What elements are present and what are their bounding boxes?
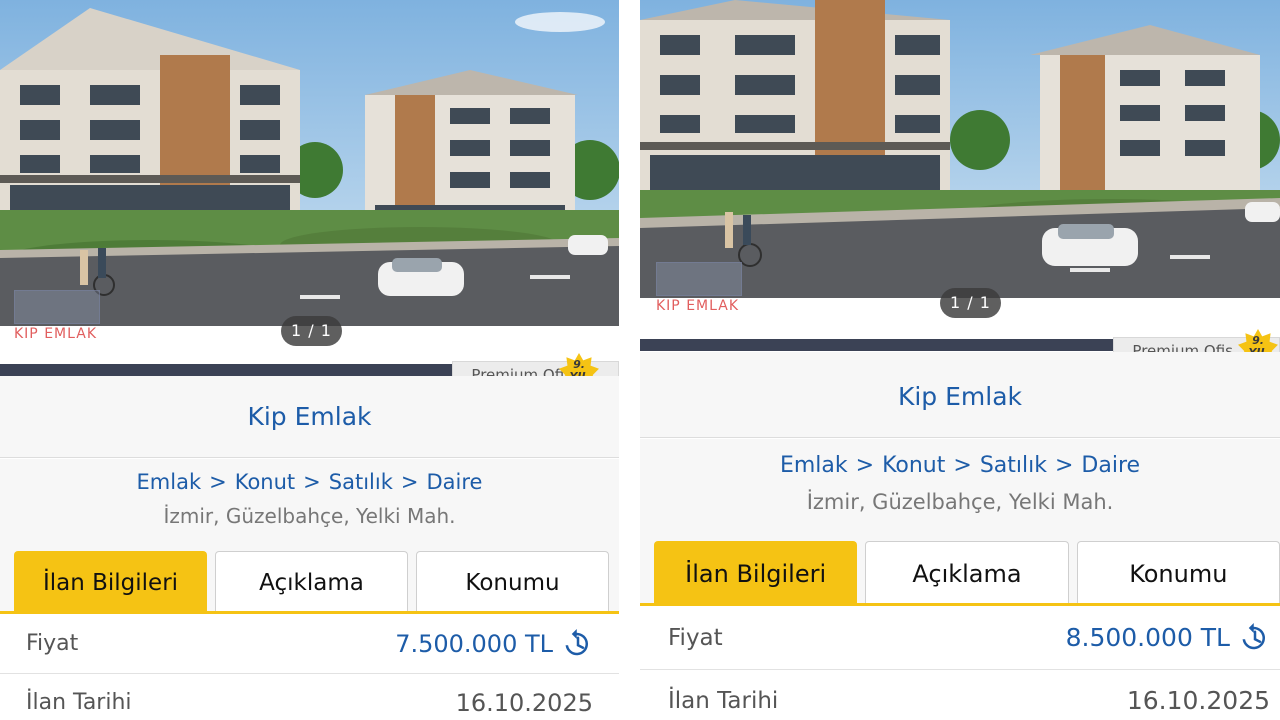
breadcrumb-item[interactable]: Konut (235, 470, 295, 494)
watermark-logo-box (14, 290, 100, 324)
watermark-text: KIP EMLAK (656, 298, 740, 314)
breadcrumb-separator: > (209, 470, 227, 494)
tab-bar: İlan Bilgileri Açıklama Konumu (640, 541, 1280, 605)
photo-counter: 1 / 1 (281, 316, 342, 346)
building-illustration (0, 0, 619, 326)
tab-location[interactable]: Konumu (416, 551, 609, 613)
breadcrumb: Emlak > Konut > Satılık > Daire (640, 453, 1280, 478)
info-row-date: İlan Tarihi 16.10.2025 (0, 675, 619, 720)
date-label: İlan Tarihi (668, 687, 779, 714)
breadcrumb-zone: Emlak > Konut > Satılık > Daire İzmir, G… (640, 439, 1280, 541)
watermark-logo: KIP EMLAK (656, 262, 742, 314)
photo-counter: 1 / 1 (940, 288, 1001, 318)
breadcrumb-item[interactable]: Daire (1081, 453, 1140, 478)
watermark-logo-box (656, 262, 742, 296)
building-illustration (640, 0, 1280, 298)
price-label: Fiyat (26, 631, 79, 656)
breadcrumb-item[interactable]: Satılık (329, 470, 393, 494)
store-name-link[interactable]: Kip Emlak (640, 352, 1280, 438)
listing-panel-left: KIP EMLAK 1 / 1 Premium Ofis 9. YIL Kip … (0, 0, 619, 720)
tab-description[interactable]: Açıklama (215, 551, 408, 613)
tab-listing-info[interactable]: İlan Bilgileri (654, 541, 858, 605)
breadcrumb-separator: > (303, 470, 321, 494)
breadcrumb-separator: > (953, 453, 972, 478)
price-label: Fiyat (668, 624, 723, 651)
tab-bar: İlan Bilgileri Açıklama Konumu (0, 551, 619, 613)
price-value-wrap: 8.500.000 TL (1065, 622, 1280, 653)
breadcrumb: Emlak > Konut > Satılık > Daire (0, 470, 619, 494)
breadcrumb-zone: Emlak > Konut > Satılık > Daire İzmir, G… (0, 459, 619, 551)
price-value: 7.500.000 TL (395, 629, 553, 658)
info-row-date: İlan Tarihi 16.10.2025 (640, 671, 1280, 720)
breadcrumb-separator: > (855, 453, 875, 478)
breadcrumb-item[interactable]: Daire (427, 470, 483, 494)
breadcrumb-item[interactable]: Konut (882, 453, 945, 478)
listing-photo[interactable] (640, 0, 1280, 298)
price-value-wrap: 7.500.000 TL (395, 628, 619, 659)
breadcrumb-item[interactable]: Emlak (137, 470, 202, 494)
listing-photo[interactable] (0, 0, 619, 326)
watermark-logo: KIP EMLAK (14, 290, 100, 342)
history-icon[interactable] (1240, 622, 1270, 653)
location-text: İzmir, Güzelbahçe, Yelki Mah. (163, 504, 456, 528)
breadcrumb-item[interactable]: Satılık (980, 453, 1047, 478)
price-value: 8.500.000 TL (1065, 623, 1230, 652)
breadcrumb-separator: > (1054, 453, 1074, 478)
info-row-price: Fiyat 7.500.000 TL (0, 614, 619, 674)
date-value: 16.10.2025 (1126, 686, 1270, 715)
info-row-price: Fiyat 8.500.000 TL (640, 606, 1280, 670)
tab-description[interactable]: Açıklama (865, 541, 1069, 605)
date-value: 16.10.2025 (455, 688, 593, 717)
tab-location[interactable]: Konumu (1076, 541, 1280, 605)
history-icon[interactable] (563, 628, 593, 659)
location-text: İzmir, Güzelbahçe, Yelki Mah. (806, 490, 1114, 514)
breadcrumb-item[interactable]: Emlak (780, 453, 848, 478)
store-name-link[interactable]: Kip Emlak (0, 376, 619, 458)
date-label: İlan Tarihi (26, 690, 132, 715)
breadcrumb-separator: > (400, 470, 419, 494)
watermark-text: KIP EMLAK (14, 326, 98, 342)
tab-listing-info[interactable]: İlan Bilgileri (14, 551, 207, 613)
listing-panel-right: KIP EMLAK 1 / 1 Premium Ofis 9. YIL Kip … (640, 0, 1280, 720)
